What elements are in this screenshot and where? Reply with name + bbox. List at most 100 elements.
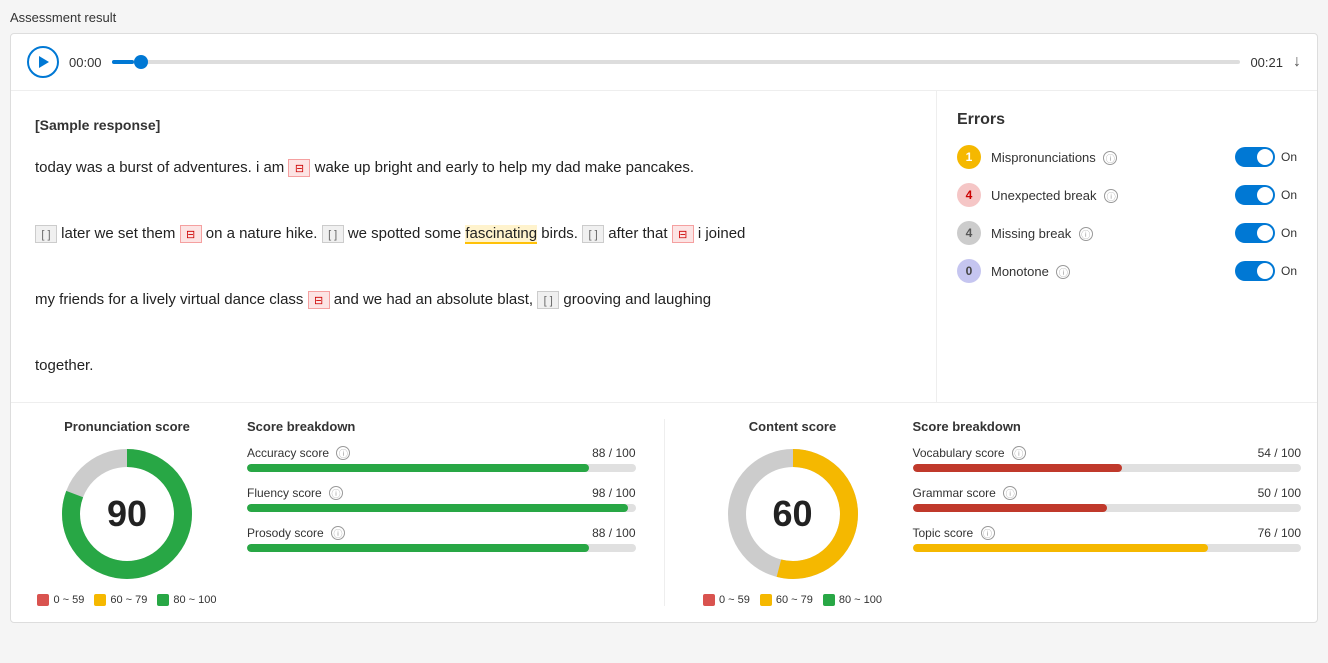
toggle-label-monotone: On: [1281, 264, 1297, 278]
fluency-label-text: Fluency score ⓘ: [247, 486, 343, 500]
info-icon-unexpected-break[interactable]: ⓘ: [1104, 189, 1118, 203]
toggle-group-unexpected-break: On: [1235, 185, 1297, 205]
info-icon-grammar[interactable]: ⓘ: [1003, 486, 1017, 500]
toggle-monotone[interactable]: [1235, 261, 1275, 281]
content-breakdown: Score breakdown Vocabulary score ⓘ 54 / …: [913, 419, 1302, 606]
content-legend-label-yellow: 60 ~ 79: [776, 594, 813, 606]
grammar-score-row: Grammar score ⓘ 50 / 100: [913, 486, 1302, 512]
fluency-score-label: Fluency score ⓘ 98 / 100: [247, 486, 636, 500]
content-breakdown-title: Score breakdown: [913, 419, 1302, 434]
prosody-bar-fill: [247, 544, 589, 552]
grammar-score-label: Grammar score ⓘ 50 / 100: [913, 486, 1302, 500]
vocabulary-score-row: Vocabulary score ⓘ 54 / 100: [913, 446, 1302, 472]
legend-red: 0 ~ 59: [37, 594, 84, 606]
topic-bar-fill: [913, 544, 1208, 552]
topic-value: 76 / 100: [1258, 526, 1301, 540]
prosody-bar-bg: [247, 544, 636, 552]
content-score-title: Content score: [749, 419, 836, 434]
sample-label: [Sample response]: [35, 111, 912, 139]
legend-dot-yellow: [94, 594, 106, 606]
accuracy-score-row: Accuracy score ⓘ 88 / 100: [247, 446, 636, 472]
content-legend-green: 80 ~ 100: [823, 594, 882, 606]
accuracy-bar-fill: [247, 464, 589, 472]
pronunciation-score-title: Pronunciation score: [64, 419, 190, 434]
toggle-mispronunciation[interactable]: [1235, 147, 1275, 167]
missing-token-2: [ ]: [322, 225, 344, 243]
prosody-label-text: Prosody score ⓘ: [247, 526, 345, 540]
after-that-text: after that: [608, 225, 667, 242]
info-icon-missing-break[interactable]: ⓘ: [1079, 227, 1093, 241]
play-button[interactable]: [27, 46, 59, 78]
pronunciation-donut: 90: [57, 444, 197, 584]
highlighted-word: fascinating: [465, 225, 537, 244]
error-row-missing-break: 4 Missing break ⓘ On: [957, 221, 1297, 245]
info-icon-accuracy[interactable]: ⓘ: [336, 446, 350, 460]
page-title: Assessment result: [10, 10, 1318, 25]
pronunciation-legend: 0 ~ 59 60 ~ 79 80 ~ 100: [37, 594, 216, 606]
legend-dot-red: [37, 594, 49, 606]
content-legend-yellow: 60 ~ 79: [760, 594, 813, 606]
info-icon-topic[interactable]: ⓘ: [981, 526, 995, 540]
info-icon-fluency[interactable]: ⓘ: [329, 486, 343, 500]
sample-text: today was a burst of adventures. i am ⊟ …: [35, 151, 912, 382]
error-label-mispronunciation: Mispronunciations ⓘ: [991, 150, 1235, 165]
info-icon-mispronunciation[interactable]: ⓘ: [1103, 151, 1117, 165]
info-icon-monotone[interactable]: ⓘ: [1056, 265, 1070, 279]
accuracy-bar-bg: [247, 464, 636, 472]
error-badge-unexpected-break: 4: [957, 183, 981, 207]
vocabulary-value: 54 / 100: [1258, 446, 1301, 460]
legend-yellow: 60 ~ 79: [94, 594, 147, 606]
error-label-missing-break: Missing break ⓘ: [991, 226, 1235, 241]
fluency-score-row: Fluency score ⓘ 98 / 100: [247, 486, 636, 512]
error-label-monotone: Monotone ⓘ: [991, 264, 1235, 279]
error-badge-missing-break: 4: [957, 221, 981, 245]
time-start: 00:00: [69, 55, 102, 70]
time-end: 00:21: [1250, 55, 1283, 70]
topic-score-label: Topic score ⓘ 76 / 100: [913, 526, 1302, 540]
error-token-3: ⊟: [672, 225, 694, 243]
pronunciation-score-number: 90: [107, 493, 147, 535]
vocabulary-bar-bg: [913, 464, 1302, 472]
grammar-bar-bg: [913, 504, 1302, 512]
accuracy-label-text: Accuracy score ⓘ: [247, 446, 350, 460]
legend-green: 80 ~ 100: [157, 594, 216, 606]
toggle-label-unexpected-break: On: [1281, 188, 1297, 202]
content-legend-label-red: 0 ~ 59: [719, 594, 750, 606]
error-label-unexpected-break: Unexpected break ⓘ: [991, 188, 1235, 203]
prosody-score-label: Prosody score ⓘ 88 / 100: [247, 526, 636, 540]
grammar-label-text: Grammar score ⓘ: [913, 486, 1018, 500]
grammar-value: 50 / 100: [1258, 486, 1301, 500]
content-legend-dot-red: [703, 594, 715, 606]
prosody-score-row: Prosody score ⓘ 88 / 100: [247, 526, 636, 552]
error-row-mispronunciation: 1 Mispronunciations ⓘ On: [957, 145, 1297, 169]
error-badge-mispronunciation: 1: [957, 145, 981, 169]
toggle-missing-break[interactable]: [1235, 223, 1275, 243]
pronunciation-score-block: Pronunciation score 90 0 ~ 59 60: [27, 419, 227, 606]
legend-label-red: 0 ~ 59: [53, 594, 84, 606]
vocabulary-label-text: Vocabulary score ⓘ: [913, 446, 1026, 460]
text-area: [Sample response] today was a burst of a…: [11, 91, 937, 402]
toggle-unexpected-break[interactable]: [1235, 185, 1275, 205]
toggle-group-mispronunciation: On: [1235, 147, 1297, 167]
play-icon: [39, 56, 49, 68]
content-donut: 60: [723, 444, 863, 584]
info-icon-prosody[interactable]: ⓘ: [331, 526, 345, 540]
audio-thumb: [134, 55, 148, 69]
info-icon-vocabulary[interactable]: ⓘ: [1012, 446, 1026, 460]
legend-label-green: 80 ~ 100: [173, 594, 216, 606]
pronunciation-breakdown-title: Score breakdown: [247, 419, 636, 434]
error-row-monotone: 0 Monotone ⓘ On: [957, 259, 1297, 283]
errors-title: Errors: [957, 111, 1297, 129]
legend-label-yellow: 60 ~ 79: [110, 594, 147, 606]
topic-score-row: Topic score ⓘ 76 / 100: [913, 526, 1302, 552]
missing-token-1: [ ]: [35, 225, 57, 243]
toggle-group-missing-break: On: [1235, 223, 1297, 243]
audio-track[interactable]: [112, 60, 1241, 64]
main-card: 00:00 00:21 ↓ [Sample response] today wa…: [10, 33, 1318, 623]
missing-token-4: [ ]: [537, 291, 559, 309]
content-score-number: 60: [772, 493, 812, 535]
missing-token-3: [ ]: [582, 225, 604, 243]
download-button[interactable]: ↓: [1293, 53, 1301, 71]
error-badge-monotone: 0: [957, 259, 981, 283]
fluency-bar-fill: [247, 504, 628, 512]
